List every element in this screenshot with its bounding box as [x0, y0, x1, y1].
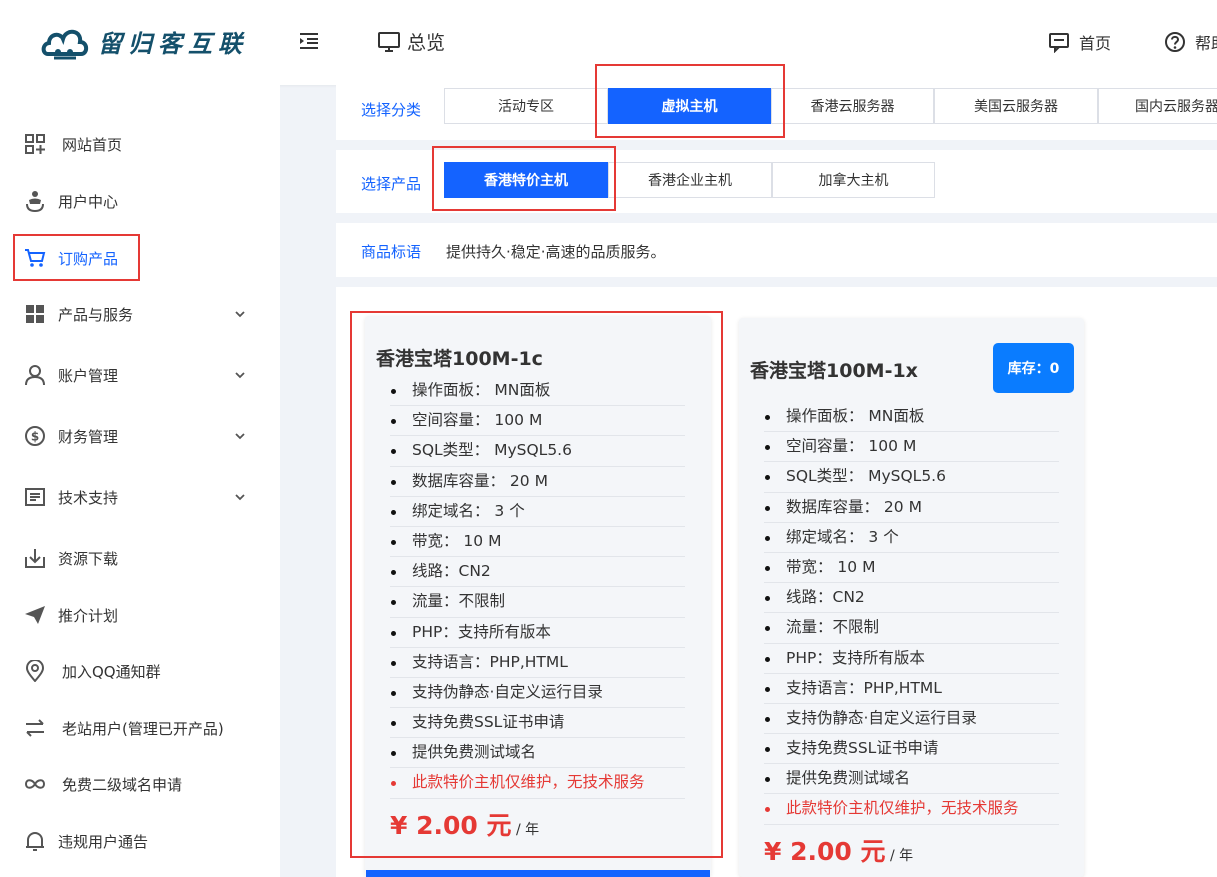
warning-item: 此款特价主机仅维护，无技术服务 — [764, 794, 1059, 825]
sidebar-item-label: 免费二级域名申请 — [62, 776, 183, 794]
help-link[interactable]: 帮助 — [1164, 30, 1217, 54]
chevron-down-icon — [235, 372, 245, 379]
stock-badge: 库存：0 — [993, 343, 1074, 393]
list-item: 空间容量： 100 M — [764, 432, 1059, 463]
slogan-panel: 商品标语 提供持久·稳定·高速的品质服务。 — [336, 223, 1217, 277]
list-item: 数据库容量： 20 M — [764, 493, 1059, 523]
feature-list: 操作面板： MN面板 空间容量： 100 M SQL类型： MySQL5.6 数… — [764, 402, 1059, 825]
location-icon — [25, 660, 45, 682]
list-item: SQL类型： MySQL5.6 — [764, 462, 1059, 493]
home-link[interactable]: 首页 — [1048, 30, 1111, 54]
category-label: 选择分类 — [361, 101, 422, 119]
product-select-label: 选择产品 — [361, 175, 422, 193]
tab-canada-host[interactable]: 加拿大主机 — [772, 162, 935, 198]
sidebar-item-account[interactable]: 账户管理 — [0, 354, 280, 394]
price: ¥ 2.00 元 / 年 — [764, 832, 913, 868]
download-icon — [25, 549, 45, 568]
sidebar-item-label: 违规用户通告 — [58, 833, 149, 851]
tab-activity[interactable]: 活动专区 — [444, 88, 608, 124]
product-title: 香港宝塔100M-1x — [750, 360, 918, 382]
list-item: 线路：CN2 — [764, 583, 1059, 614]
list-item: 支持伪静态·自定义运行目录 — [764, 704, 1059, 735]
person-icon — [25, 365, 45, 386]
home-label: 首页 — [1079, 34, 1112, 53]
sidebar-item-support[interactable]: 技术支持 — [0, 476, 280, 516]
grid-icon — [26, 305, 44, 323]
sidebar-item-label: 加入QQ通知群 — [62, 663, 161, 681]
message-screen-icon — [1049, 33, 1069, 53]
sidebar-item-user-center[interactable]: 用户中心 — [0, 180, 280, 220]
sidebar-item-home[interactable]: 网站首页 — [0, 123, 280, 163]
infinity-icon — [24, 779, 46, 789]
sidebar-item-label: 产品与服务 — [58, 306, 134, 324]
document-icon — [25, 488, 45, 506]
highlight-box-category — [595, 64, 785, 138]
slogan-label: 商品标语 — [361, 243, 422, 261]
sidebar-item-label: 账户管理 — [58, 367, 119, 385]
sidebar-item-finance[interactable]: $ 财务管理 — [0, 415, 280, 455]
dashboard-icon — [25, 134, 45, 154]
bell-icon — [26, 832, 44, 851]
logo-text: 留归客互联 — [98, 28, 248, 58]
highlight-box-card — [350, 311, 723, 858]
chevron-down-icon — [235, 494, 245, 501]
sidebar-item-downloads[interactable]: 资源下载 — [0, 537, 280, 577]
price-amount: ¥ 2.00 元 — [764, 837, 886, 866]
dollar-icon: $ — [25, 426, 45, 446]
highlight-box-sidebar — [13, 234, 140, 281]
sidebar-item-referral[interactable]: 推介计划 — [0, 594, 280, 634]
tab-hk-cloud[interactable]: 香港云服务器 — [771, 88, 934, 124]
logo-mark-icon — [40, 18, 90, 64]
swap-icon — [26, 719, 44, 737]
slogan-text: 提供持久·稳定·高速的品质服务。 — [446, 243, 666, 261]
sidebar-item-label: 推介计划 — [58, 607, 119, 625]
highlight-box-product — [432, 146, 616, 211]
sidebar-item-label: 技术支持 — [58, 489, 119, 507]
menu-toggle-icon[interactable] — [298, 30, 320, 52]
product-card[interactable]: 香港宝塔100M-1x 库存：0 操作面板： MN面板 空间容量： 100 M … — [739, 318, 1084, 877]
list-item: 流量：不限制 — [764, 613, 1059, 644]
sidebar-item-violations[interactable]: 违规用户通告 — [0, 820, 280, 860]
help-label: 帮助 — [1195, 34, 1217, 53]
tab-us-cloud[interactable]: 美国云服务器 — [934, 88, 1098, 124]
list-item: 支持语言：PHP,HTML — [764, 674, 1059, 704]
sidebar-item-legacy-users[interactable]: 老站用户(管理已开产品) — [0, 707, 280, 747]
list-item: 提供免费测试域名 — [764, 764, 1059, 795]
list-item: 绑定域名： 3 个 — [764, 523, 1059, 553]
chevron-down-icon — [235, 311, 245, 318]
list-item: PHP：支持所有版本 — [764, 644, 1059, 674]
monitor-icon — [378, 31, 400, 52]
chevron-down-icon — [235, 433, 245, 440]
tab-hk-enterprise-host[interactable]: 香港企业主机 — [608, 162, 772, 198]
sidebar-item-free-domain[interactable]: 免费二级域名申请 — [0, 763, 280, 803]
overview-label: 总览 — [407, 32, 446, 54]
svg-text:$: $ — [31, 430, 39, 444]
list-item: 支持免费SSL证书申请 — [764, 734, 1059, 765]
sidebar-item-label: 老站用户(管理已开产品) — [62, 720, 224, 738]
list-item: 带宽： 10 M — [764, 553, 1059, 584]
site-logo[interactable]: 留归客互联 — [40, 18, 248, 64]
sidebar-item-label: 用户中心 — [58, 193, 119, 211]
buy-button[interactable] — [366, 870, 710, 877]
price-unit: / 年 — [885, 848, 914, 864]
sidebar-item-label: 财务管理 — [58, 428, 119, 446]
send-icon — [25, 606, 45, 624]
overview-link[interactable]: 总览 — [377, 28, 445, 55]
user-center-icon — [26, 191, 44, 212]
list-item: 操作面板： MN面板 — [764, 402, 1059, 433]
sidebar: 网站首页 用户中心 订购产品 产品与服务 账户管理 $ 财务管理 技术支持 资源… — [0, 85, 280, 877]
sidebar-item-label: 资源下载 — [58, 550, 119, 568]
sidebar-item-products[interactable]: 产品与服务 — [0, 293, 280, 333]
tab-cn-cloud[interactable]: 国内云服务器 — [1098, 88, 1217, 124]
sidebar-item-qq-group[interactable]: 加入QQ通知群 — [0, 650, 280, 690]
sidebar-item-label: 网站首页 — [62, 136, 123, 154]
help-circle-icon — [1165, 32, 1185, 52]
